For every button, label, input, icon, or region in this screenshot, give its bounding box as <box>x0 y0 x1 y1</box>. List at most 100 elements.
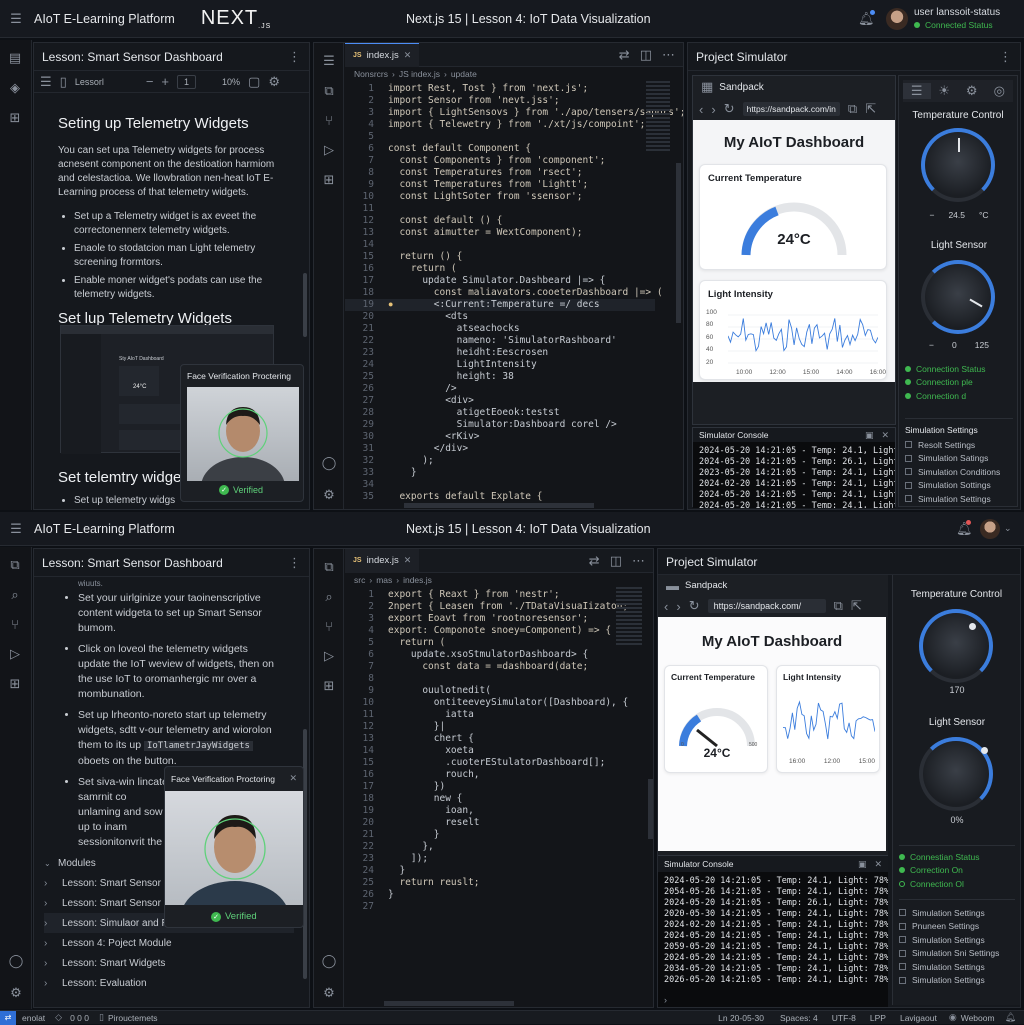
grid-icon[interactable]: ⊞ <box>10 110 21 126</box>
temperature-knob[interactable] <box>921 128 995 202</box>
code-line[interactable]: 21 } <box>348 829 628 841</box>
status-spaces[interactable]: Spaces: 4 <box>780 1013 818 1023</box>
extensions-icon[interactable]: ⊞ <box>10 676 21 692</box>
code-line[interactable]: 6 update.xsoStmulatorDashboard> { <box>348 649 628 661</box>
document-icon[interactable]: ▤ <box>9 50 21 66</box>
code-line[interactable]: 35 exports default Explate { <box>348 491 683 503</box>
more-actions-icon[interactable]: ⋯ <box>662 47 675 63</box>
code-line[interactable]: 17 }) <box>348 781 628 793</box>
code-line[interactable]: 28 atigetEoeok:testst <box>348 407 683 419</box>
code-line[interactable]: 19 <:Current:Temperature =/ decs <box>348 299 683 311</box>
external-link-icon[interactable]: ⇱ <box>851 598 862 614</box>
module-item[interactable]: › Lesson: Evaluation <box>44 973 294 993</box>
minimap[interactable] <box>616 587 642 647</box>
split-editor-icon[interactable]: ⇄ <box>589 553 600 569</box>
code-line[interactable]: 13 const aimutter = WextComponent); <box>348 227 683 239</box>
more-menu-icon[interactable]: ⋮ <box>999 49 1012 65</box>
code-line[interactable]: 21 atseachocks <box>348 323 683 335</box>
sync-icon[interactable]: ◇ <box>55 1012 62 1023</box>
refresh-icon[interactable]: ↻ <box>689 598 700 614</box>
code-line[interactable]: 14 <box>348 239 683 251</box>
breadcrumb-item[interactable]: Nonsrcrs <box>354 69 388 79</box>
scrollbar[interactable] <box>303 273 307 337</box>
close-icon[interactable]: ✕ <box>874 859 882 870</box>
back-icon[interactable]: ‹ <box>664 599 668 614</box>
status-language[interactable]: LPP <box>870 1013 886 1023</box>
code-line[interactable]: 27 <div> <box>348 395 683 407</box>
code-line[interactable]: 19 ioan, <box>348 805 628 817</box>
code-line[interactable]: 22 }, <box>348 841 628 853</box>
breadcrumb-item[interactable]: src <box>354 575 365 585</box>
code-line[interactable]: 9 ouulotnedit( <box>348 685 628 697</box>
search-icon[interactable]: ⌕ <box>11 587 18 603</box>
run-debug-icon[interactable]: ▷ <box>10 646 20 662</box>
code-line[interactable]: 20 reselt <box>348 817 628 829</box>
url-field[interactable]: https://sandpack.com/in <box>742 102 840 116</box>
tab-index-js[interactable]: JS index.js ✕ <box>345 549 420 573</box>
horizontal-scrollbar[interactable] <box>384 1001 514 1006</box>
code-line[interactable]: 31 </div> <box>348 443 683 455</box>
status-encoding[interactable]: UTF-8 <box>832 1013 856 1023</box>
hamburger-menu-icon[interactable]: ☰ <box>4 11 28 27</box>
more-menu-icon[interactable]: ⋮ <box>288 49 301 65</box>
forward-icon[interactable]: › <box>676 599 680 614</box>
setting-checkbox[interactable]: Simulation Settings <box>905 492 1013 506</box>
remote-indicator[interactable]: ⇄ <box>0 1010 16 1025</box>
code-line[interactable]: 22 nameno: 'SimulatorRashboard' <box>348 335 683 347</box>
code-line[interactable]: 10 ontiteeveySimulator([Dashboard), { <box>348 697 629 709</box>
url-field[interactable]: https://sandpack.com/ <box>707 599 826 613</box>
fit-page-icon[interactable]: ▢ <box>248 74 260 90</box>
setting-checkbox[interactable]: Simulation Settings <box>899 960 1015 974</box>
code-line[interactable]: 4 import { Telewetry } from './xt/js/comp… <box>348 119 683 131</box>
extensions-icon[interactable]: ⊞ <box>324 172 335 188</box>
setting-checkbox[interactable]: Resolt Settings <box>905 438 1013 452</box>
code-line[interactable]: 7 const Components } from 'component'; <box>348 155 683 167</box>
gear-icon[interactable]: ⚙ <box>10 985 22 1001</box>
avatar[interactable] <box>980 518 1000 539</box>
layout-icon[interactable]: ◫ <box>640 47 652 63</box>
code-line[interactable]: 29 Simulator:Dashboard corel /> <box>348 419 683 431</box>
copy-icon[interactable]: ⧉ <box>848 101 857 117</box>
code-line[interactable]: 23 ]); <box>348 853 628 865</box>
code-line[interactable]: 12 }| <box>348 721 628 733</box>
setting-checkbox[interactable]: Simulation Settings <box>899 933 1015 947</box>
code-line[interactable]: 20 <dts <box>348 311 683 323</box>
close-icon[interactable]: ✕ <box>881 430 889 441</box>
status-webview[interactable]: Weboom <box>961 1013 995 1023</box>
menu-icon[interactable]: ☰ <box>323 53 335 69</box>
zoom-in-icon[interactable]: + <box>161 74 169 89</box>
code-line[interactable]: 25 return reuslt; <box>348 877 628 889</box>
layout-icon[interactable]: ◫ <box>610 553 622 569</box>
code-line[interactable]: 24 } <box>348 865 628 877</box>
account-icon[interactable]: ◯ <box>9 953 24 969</box>
broadcast-icon[interactable]: ◉ <box>949 1012 957 1023</box>
code-line[interactable]: 4 export: Componote snoey=Component) => { <box>348 625 628 637</box>
code-line[interactable]: 2 2npert { Leasen from './TDataVisuaIizat… <box>348 601 628 613</box>
search-icon[interactable]: ⌕ <box>325 589 332 605</box>
code-line[interactable]: 18 const maliavators.cooeterDashboard |=… <box>348 287 683 299</box>
code-line[interactable]: 8 <box>348 673 628 685</box>
code-line[interactable]: 5 <box>348 131 683 143</box>
code-line[interactable]: 7 const data = =dashboard(date; <box>348 661 628 673</box>
code-line[interactable]: 6 const default Component { <box>348 143 683 155</box>
light-sensor-knob[interactable] <box>919 737 993 811</box>
bell-icon[interactable]: 🔔︎ <box>1005 1012 1016 1023</box>
code-line[interactable]: 26} <box>348 889 628 901</box>
breadcrumb-item[interactable]: update <box>451 69 477 79</box>
breadcrumb-item[interactable]: indes.js <box>403 575 432 585</box>
source-control-icon[interactable]: ⑂ <box>11 617 19 632</box>
zoom-out-icon[interactable]: − <box>146 74 154 89</box>
code-line[interactable]: 25 height: 38 <box>348 371 683 383</box>
run-debug-icon[interactable]: ▷ <box>324 648 334 664</box>
code-line[interactable]: 3 export Eoavt from 'rootnoresensor'; <box>348 613 628 625</box>
refresh-icon[interactable]: ↻ <box>724 101 735 117</box>
status-branch[interactable]: enolat <box>22 1013 45 1023</box>
zoom-level[interactable]: 10% <box>222 77 240 87</box>
tab-target-icon[interactable]: ◎ <box>986 83 1014 99</box>
code-line[interactable]: 34 <box>348 479 683 491</box>
files-icon[interactable]: ⧉ <box>10 557 19 573</box>
clear-console-icon[interactable]: ▣ <box>865 430 874 441</box>
code-line[interactable]: 2 import Sensor from 'nevt.jss'; <box>348 95 683 107</box>
code-line[interactable]: 15 return () { <box>348 251 683 263</box>
module-item[interactable]: › Lesson 4: Poject Module <box>44 933 294 953</box>
